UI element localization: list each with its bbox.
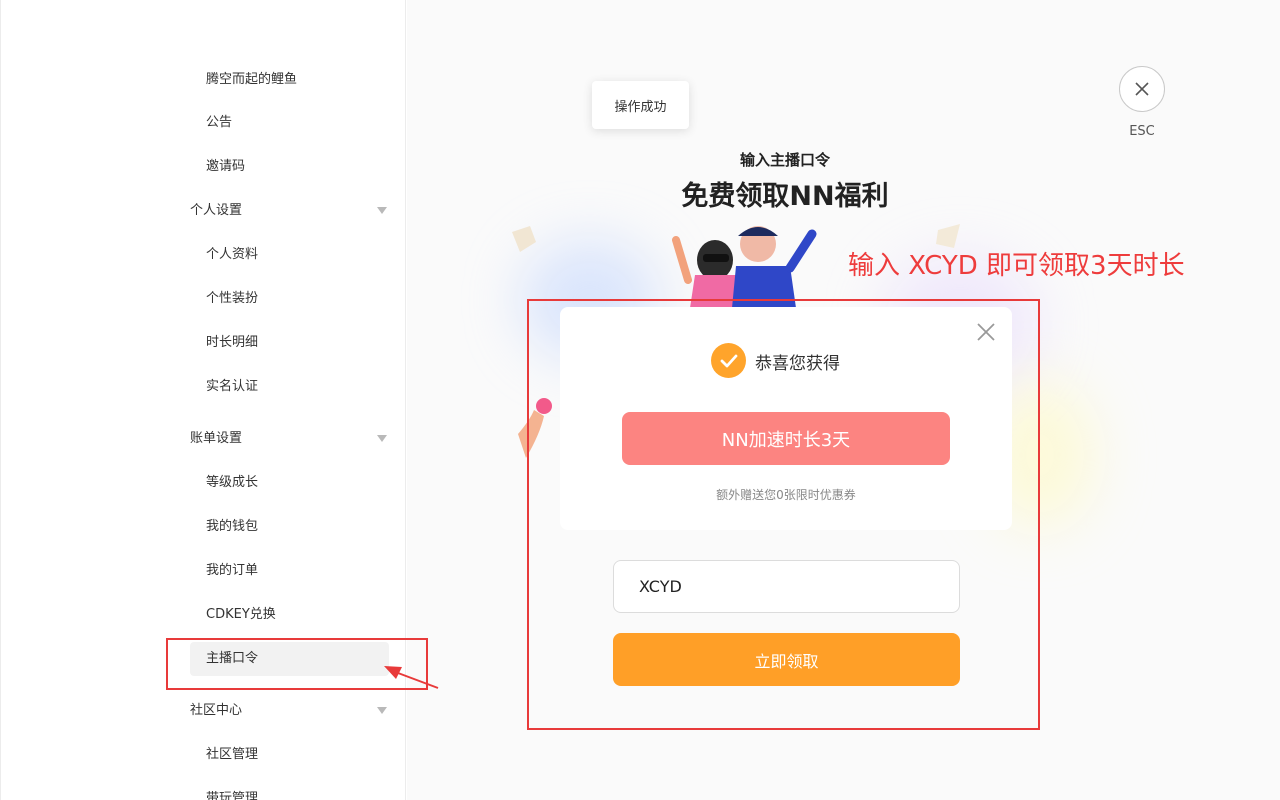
sidebar-item-wallet[interactable]: 我的钱包	[206, 517, 258, 537]
close-icon[interactable]	[974, 320, 998, 344]
claim-button-label: 立即领取	[754, 653, 819, 671]
annotation-text: 输入 XCYD 即可领取3天时长	[848, 251, 1185, 281]
sidebar-item-decoration[interactable]: 个性装扮	[206, 289, 258, 309]
toast-text: 操作成功	[614, 99, 667, 115]
sidebar-item-profile[interactable]: 个人资料	[206, 245, 258, 265]
congrats-text: 恭喜您获得	[755, 354, 840, 374]
sidebar-item-orders[interactable]: 我的订单	[206, 561, 258, 581]
sidebar-group-label: 账单设置	[190, 431, 243, 446]
esc-label: ESC	[1129, 124, 1155, 139]
sidebar-item-play-manage[interactable]: 带玩管理	[206, 789, 258, 800]
annotation-arrow-icon	[384, 666, 439, 689]
sidebar-group-label: 个人设置	[190, 203, 243, 218]
sidebar-item-community-manage[interactable]: 社区管理	[206, 745, 258, 765]
reward-button[interactable]: NN加速时长3天	[622, 412, 950, 465]
sidebar-group-billing-settings[interactable]: 账单设置	[190, 429, 390, 449]
caret-down-icon	[377, 207, 387, 214]
sidebar-group-label: 社区中心	[190, 703, 243, 718]
page-subtitle: 输入主播口令	[739, 151, 830, 169]
sidebar-item-announcement[interactable]: 公告	[206, 113, 232, 133]
claim-button[interactable]: 立即领取	[613, 633, 960, 686]
sidebar-item-invite-code[interactable]: 邀请码	[206, 157, 245, 177]
sidebar-item-cdkey[interactable]: CDKEY兑换	[206, 605, 276, 625]
reward-label: NN加速时长3天	[721, 429, 851, 451]
toast-success: 操作成功	[592, 81, 689, 129]
caret-down-icon	[377, 707, 387, 714]
sidebar-item-username[interactable]: 腾空而起的鲤鱼	[206, 70, 297, 90]
sidebar-item-level[interactable]: 等级成长	[206, 473, 258, 493]
caret-down-icon	[377, 435, 387, 442]
sidebar-group-personal-settings[interactable]: 个人设置	[190, 201, 390, 221]
esc-close-button[interactable]	[1119, 66, 1165, 112]
sidebar-group-community[interactable]: 社区中心	[190, 701, 390, 721]
streamer-code-input[interactable]	[613, 560, 960, 613]
check-icon	[711, 343, 746, 378]
page-title: 免费领取NN福利	[681, 181, 889, 212]
coupon-note: 额外赠送您0张限时优惠券	[716, 488, 856, 502]
close-icon	[1135, 82, 1149, 96]
sidebar-item-real-name[interactable]: 实名认证	[206, 377, 258, 397]
sidebar-item-duration-detail[interactable]: 时长明细	[206, 333, 258, 353]
